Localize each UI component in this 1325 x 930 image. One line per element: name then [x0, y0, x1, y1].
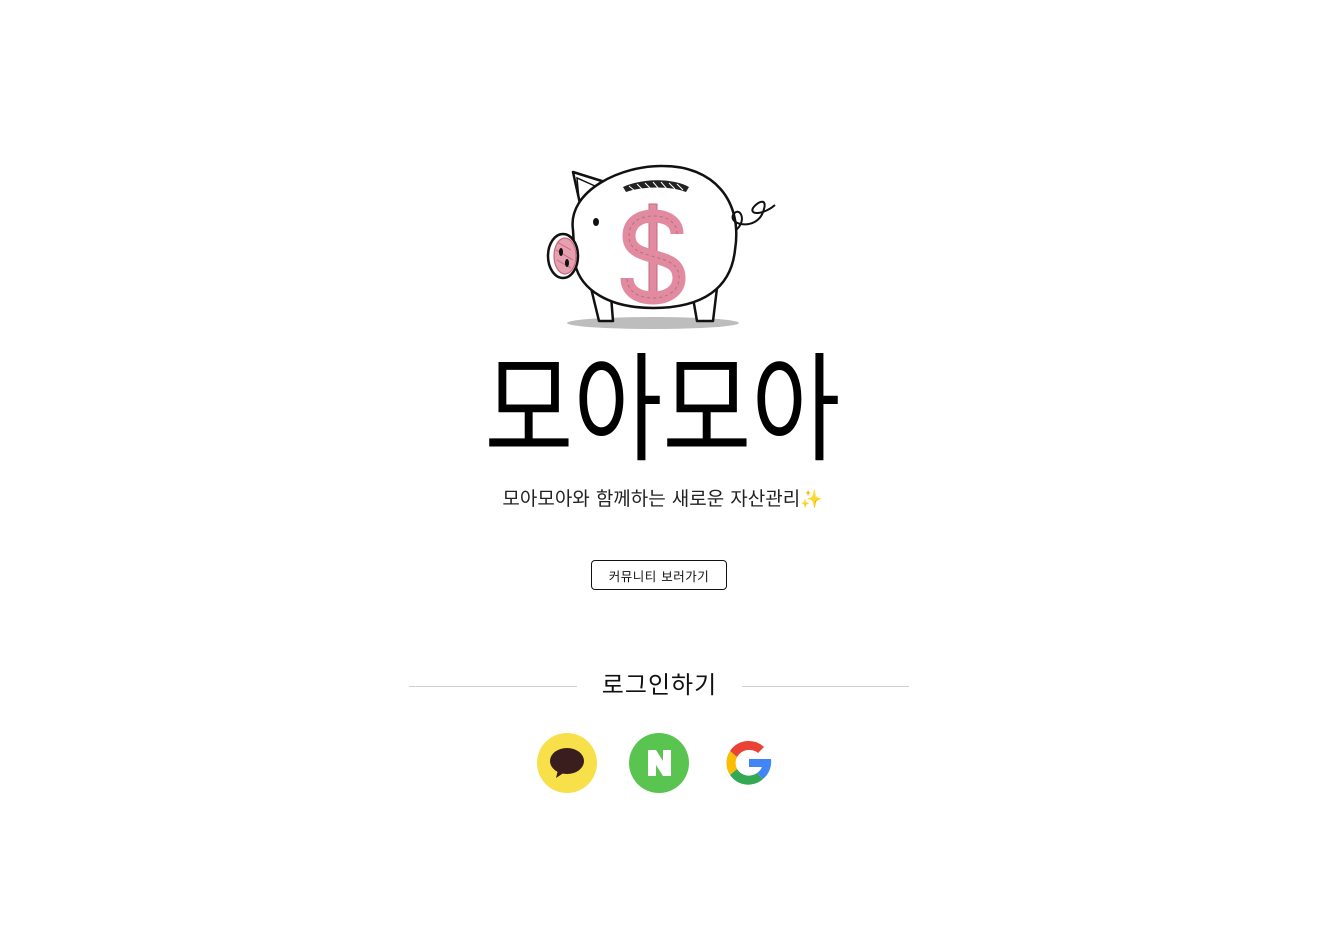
divider-line-right — [742, 686, 909, 687]
tagline-text: 모아모아와 함께하는 새로운 자산관리 — [502, 488, 801, 510]
login-heading: 로그인하기 — [601, 671, 718, 699]
naver-n-icon — [648, 750, 671, 776]
sparkles-icon: ✨ — [800, 489, 823, 510]
google-login-button[interactable] — [719, 733, 779, 793]
kakao-login-button[interactable] — [537, 733, 597, 793]
piggy-bank-logo — [543, 160, 779, 335]
piggy-bank-dollar-icon — [546, 164, 776, 329]
google-g-icon — [726, 740, 772, 785]
login-divider: 로그인하기 — [409, 668, 909, 704]
app-title: 모아모아 — [484, 341, 841, 479]
community-button[interactable]: 커뮤니티 보러가기 — [591, 560, 727, 590]
divider-line-left — [409, 686, 577, 687]
kakao-chat-bubble-icon — [550, 748, 584, 778]
naver-login-button[interactable] — [629, 733, 689, 793]
tagline: 모아모아와 함께하는 새로운 자산관리✨ — [0, 485, 1325, 514]
